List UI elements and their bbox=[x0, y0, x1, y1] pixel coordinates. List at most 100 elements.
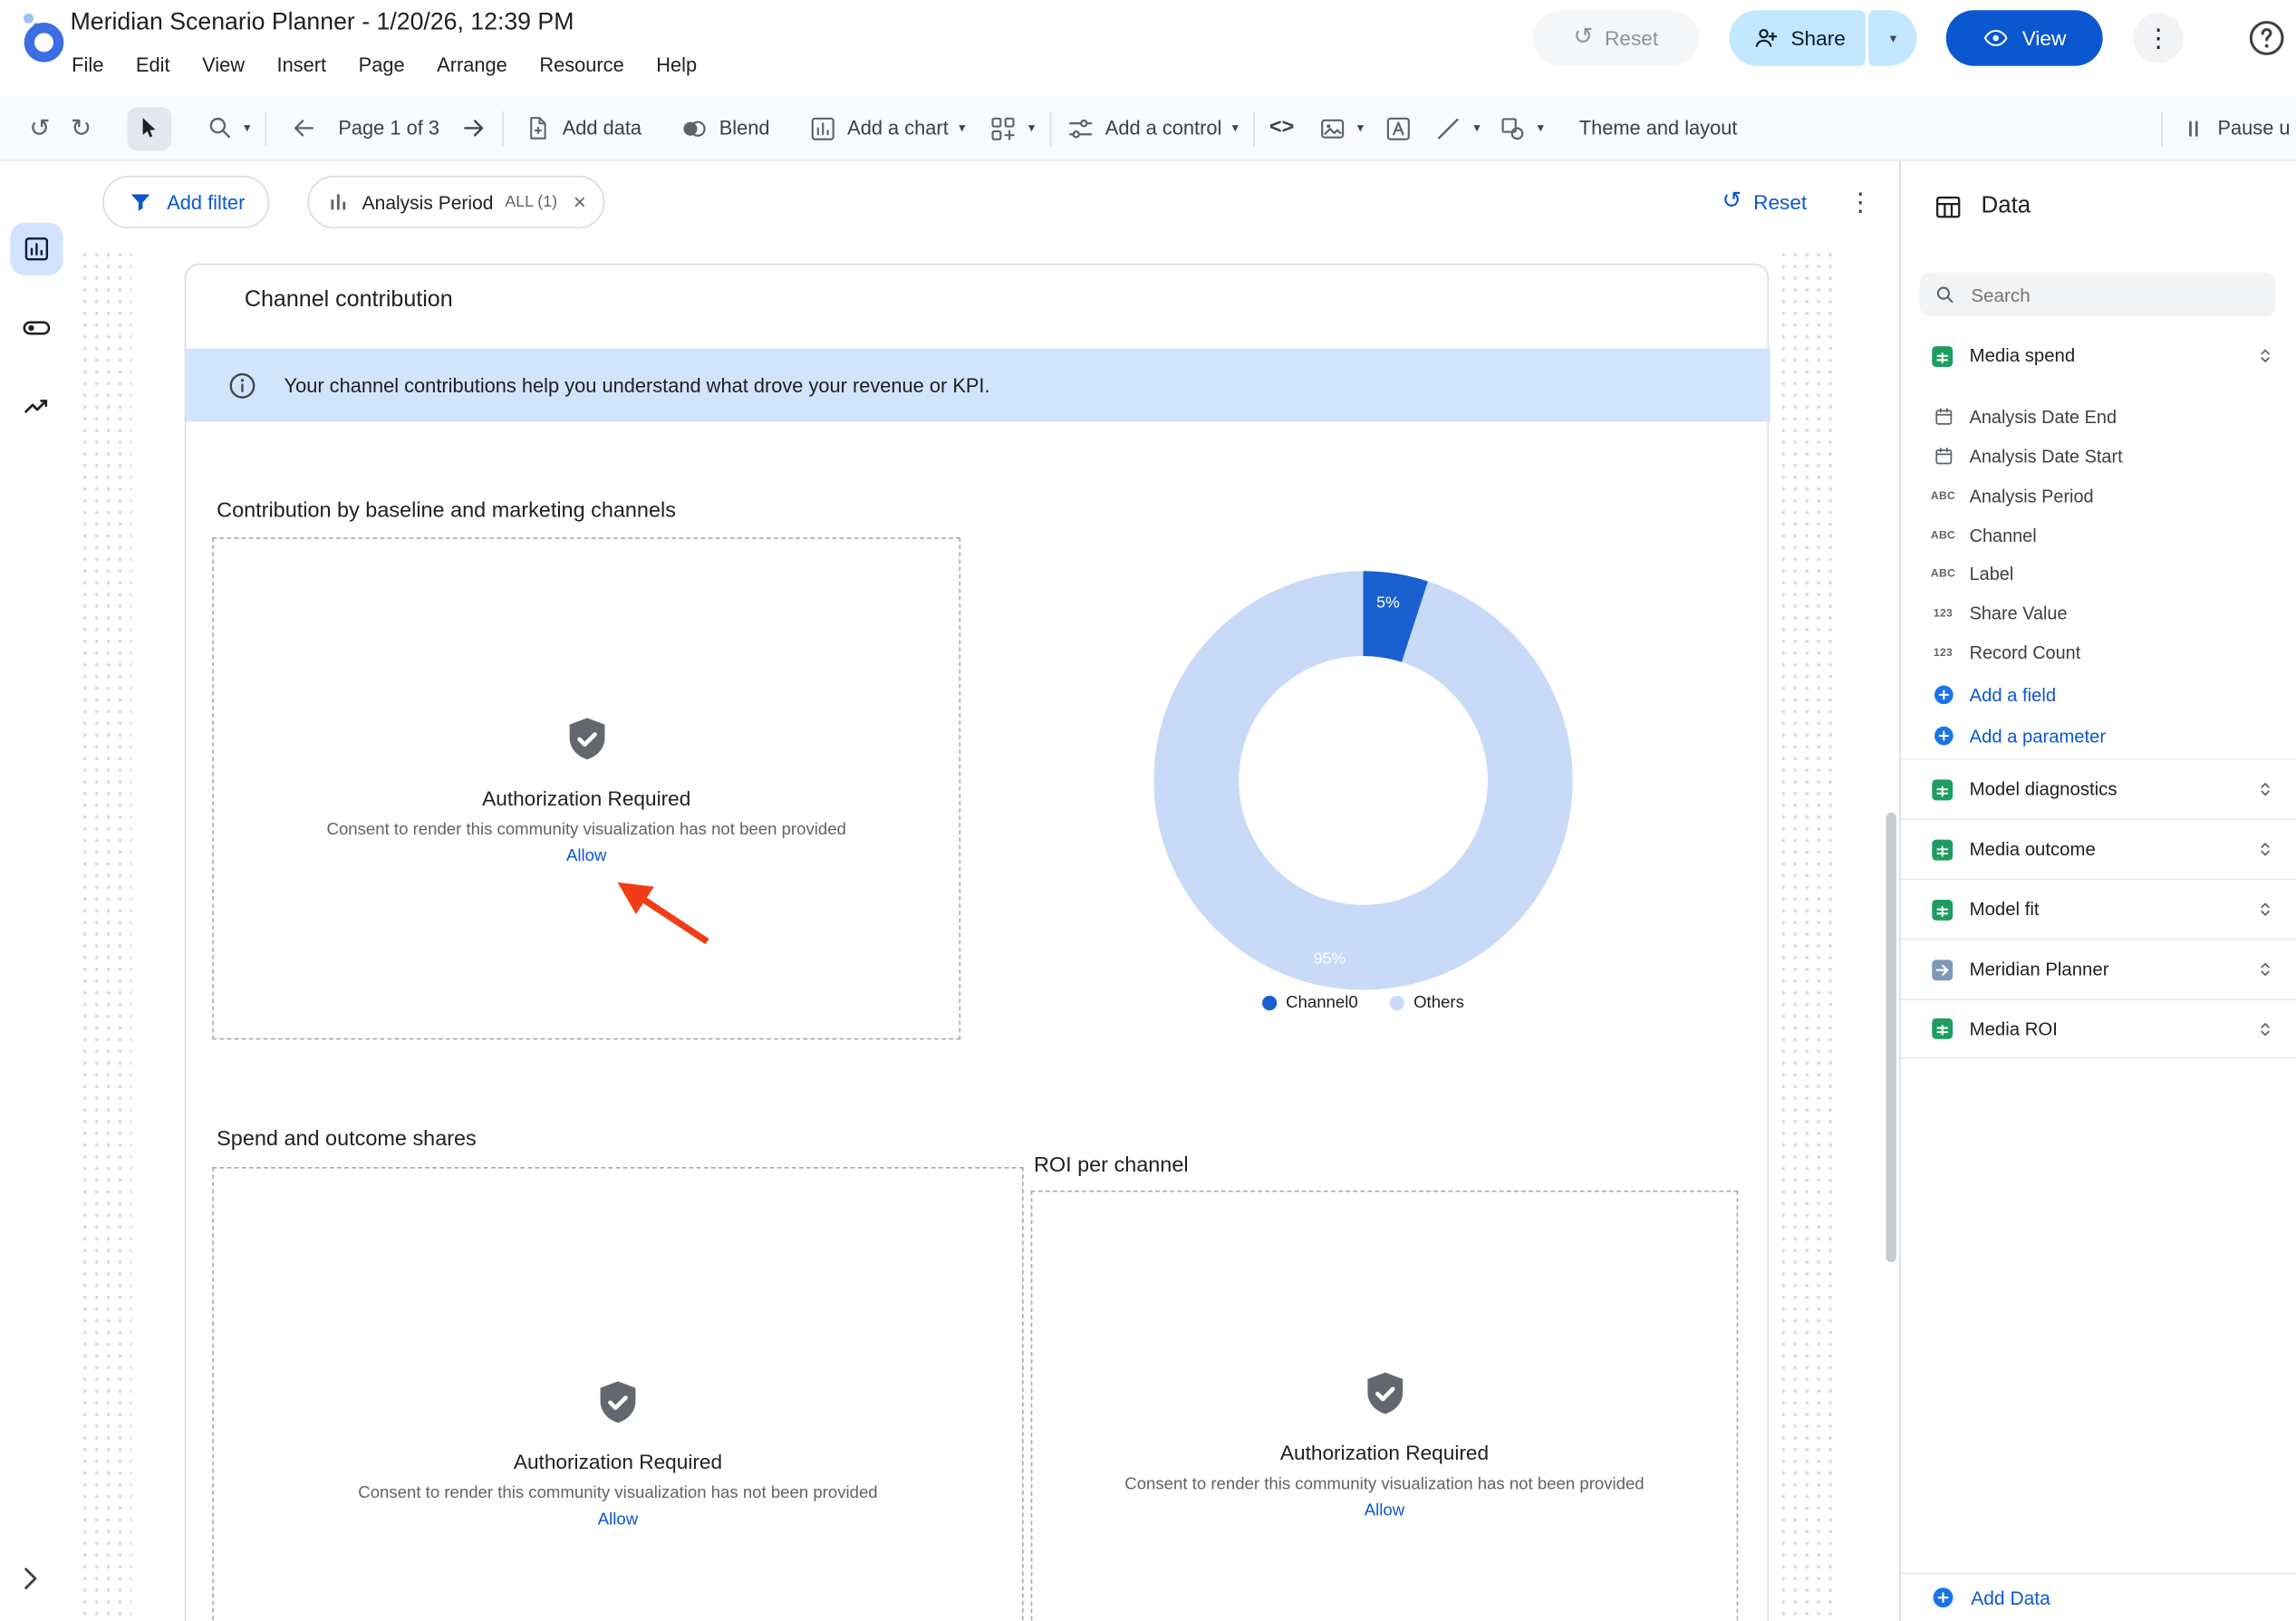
filter-bar-more-options-button[interactable]: ⋮ bbox=[1847, 189, 1872, 214]
remove-filter-icon[interactable]: × bbox=[574, 191, 586, 213]
add-field-button[interactable]: Add a field bbox=[1901, 675, 2296, 715]
data-search-box[interactable] bbox=[1920, 273, 2276, 316]
add-parameter-button[interactable]: Add a parameter bbox=[1901, 716, 2296, 756]
theme-and-layout-button[interactable]: Theme and layout bbox=[1579, 117, 1738, 139]
caret-down-icon: ▾ bbox=[1890, 30, 1896, 46]
pause-updates-button[interactable]: Pause u bbox=[2181, 115, 2296, 141]
undo-button[interactable]: ↺ bbox=[29, 116, 50, 140]
redo-button[interactable]: ↻ bbox=[71, 116, 92, 140]
rail-report-tab[interactable] bbox=[10, 223, 63, 275]
view-button[interactable]: View bbox=[1946, 10, 2103, 65]
header-more-options-button[interactable]: ⋮ bbox=[2134, 14, 2184, 63]
data-source-row[interactable]: Media ROI bbox=[1901, 999, 2296, 1058]
contribution-donut-chart[interactable]: 5% 95% bbox=[1129, 546, 1597, 1015]
data-panel-header: Data bbox=[1901, 161, 2296, 252]
blended-source-icon bbox=[1930, 957, 1954, 981]
share-label: Share bbox=[1790, 26, 1845, 50]
add-filter-button[interactable]: Add filter bbox=[102, 176, 270, 228]
menu-file[interactable]: File bbox=[55, 50, 120, 81]
filter-reset-button[interactable]: ↺ Reset bbox=[1722, 190, 1808, 214]
add-control-button[interactable]: Add a control ▾ bbox=[1066, 113, 1239, 142]
chart-icon bbox=[808, 113, 837, 142]
legend-item-channel0[interactable]: Channel0 bbox=[1262, 994, 1357, 1011]
canvas-scrollbar[interactable] bbox=[1886, 813, 1896, 1262]
expand-fields-icon[interactable] bbox=[2255, 899, 2276, 920]
allow-link[interactable]: Allow bbox=[566, 847, 606, 864]
data-source-label: Media spend bbox=[1970, 345, 2241, 366]
insert-shape-button[interactable]: ▾ bbox=[1498, 113, 1544, 142]
blend-button[interactable]: Blend bbox=[680, 113, 769, 142]
analysis-period-filter-chip[interactable]: Analysis Period ALL (1) × bbox=[308, 176, 605, 228]
number-type-icon: 123 bbox=[1934, 646, 1953, 660]
menu-view[interactable]: View bbox=[186, 50, 260, 81]
community-viz-placeholder-roi: Authorization Required Consent to render… bbox=[1031, 1191, 1739, 1621]
share-menu-button[interactable]: ▾ bbox=[1869, 10, 1917, 65]
expand-fields-icon[interactable] bbox=[2255, 779, 2276, 800]
field-row[interactable]: 123 Share Value bbox=[1901, 593, 2296, 633]
menu-insert[interactable]: Insert bbox=[261, 50, 342, 81]
data-source-row[interactable]: Media outcome bbox=[1901, 818, 2296, 878]
expand-rail-chevron-icon[interactable] bbox=[14, 1562, 46, 1595]
select-tool-button[interactable] bbox=[127, 106, 170, 150]
rail-controls-tab[interactable] bbox=[10, 302, 63, 354]
redo-icon: ↻ bbox=[71, 116, 92, 140]
menu-help[interactable]: Help bbox=[641, 50, 713, 81]
chart-title-spend-outcome: Spend and outcome shares bbox=[217, 1127, 477, 1151]
field-row[interactable]: ABC Label bbox=[1901, 554, 2296, 593]
sheets-source-icon bbox=[1930, 897, 1954, 921]
allow-link[interactable]: Allow bbox=[598, 1511, 638, 1529]
zoom-tool-button[interactable]: ▾ bbox=[206, 114, 250, 142]
allow-link[interactable]: Allow bbox=[1365, 1502, 1404, 1520]
report-section-title: Channel contribution bbox=[245, 287, 453, 314]
share-button[interactable]: Share bbox=[1730, 10, 1867, 65]
authorization-message: Consent to render this community visuali… bbox=[358, 1485, 877, 1502]
data-source-row[interactable]: Meridian Planner bbox=[1901, 939, 2296, 999]
header-reset-button[interactable]: ↺ Reset bbox=[1533, 10, 1699, 65]
insert-image-button[interactable]: ▾ bbox=[1317, 113, 1364, 142]
menu-edit[interactable]: Edit bbox=[120, 50, 186, 81]
legend-item-others[interactable]: Others bbox=[1390, 994, 1464, 1011]
field-row[interactable]: Analysis Date Start bbox=[1901, 437, 2296, 477]
report-page: Channel contribution Your channel contri… bbox=[185, 264, 1770, 1621]
add-chart-button[interactable]: Add a chart ▾ bbox=[808, 113, 966, 142]
collapse-fields-icon[interactable] bbox=[2255, 345, 2276, 366]
page-indicator[interactable]: Page 1 of 3 bbox=[338, 117, 439, 139]
community-visualizations-button[interactable]: ▾ bbox=[989, 113, 1035, 142]
insert-text-button[interactable] bbox=[1384, 113, 1413, 142]
next-page-button[interactable] bbox=[460, 114, 488, 142]
add-data-source-button[interactable]: Add Data bbox=[1901, 1573, 2296, 1621]
rail-trends-tab[interactable] bbox=[10, 380, 63, 432]
menu-page[interactable]: Page bbox=[342, 50, 421, 81]
pause-icon bbox=[2181, 115, 2207, 141]
toolbar-divider bbox=[1049, 111, 1051, 146]
insert-line-button[interactable]: ▾ bbox=[1434, 113, 1481, 142]
field-row[interactable]: ABC Channel bbox=[1901, 516, 2296, 555]
expand-fields-icon[interactable] bbox=[2255, 1018, 2276, 1039]
plus-circle-icon bbox=[1931, 682, 1955, 707]
field-label: Channel bbox=[1970, 525, 2037, 545]
data-source-label: Model fit bbox=[1970, 899, 2241, 920]
search-input[interactable] bbox=[1968, 282, 2261, 306]
field-row[interactable]: ABC Analysis Period bbox=[1901, 476, 2296, 516]
expand-fields-icon[interactable] bbox=[2255, 960, 2276, 980]
menu-arrange[interactable]: Arrange bbox=[420, 50, 523, 81]
field-row[interactable]: Analysis Date End bbox=[1901, 397, 2296, 437]
data-source-media-spend[interactable]: Media spend bbox=[1901, 333, 2296, 377]
authorization-message: Consent to render this community visuali… bbox=[327, 821, 846, 838]
community-viz-placeholder-contribution: Authorization Required Consent to render… bbox=[212, 537, 960, 1039]
trend-line-icon bbox=[21, 390, 53, 422]
info-icon bbox=[227, 370, 257, 400]
undo-icon: ↺ bbox=[29, 116, 50, 140]
document-title[interactable]: Meridian Scenario Planner - 1/20/26, 12:… bbox=[71, 9, 574, 37]
left-rail bbox=[0, 161, 73, 1621]
embed-code-button[interactable]: <> bbox=[1269, 118, 1294, 139]
previous-page-button[interactable] bbox=[290, 114, 318, 142]
field-row[interactable]: 123 Record Count bbox=[1901, 632, 2296, 672]
menu-resource[interactable]: Resource bbox=[524, 50, 641, 81]
data-source-row[interactable]: Model diagnostics bbox=[1901, 758, 2296, 818]
sheets-source-icon bbox=[1930, 343, 1954, 368]
data-source-row[interactable]: Model fit bbox=[1901, 879, 2296, 939]
add-data-button[interactable]: Add data bbox=[525, 114, 642, 142]
expand-fields-icon[interactable] bbox=[2255, 839, 2276, 860]
help-icon[interactable] bbox=[2246, 17, 2287, 58]
